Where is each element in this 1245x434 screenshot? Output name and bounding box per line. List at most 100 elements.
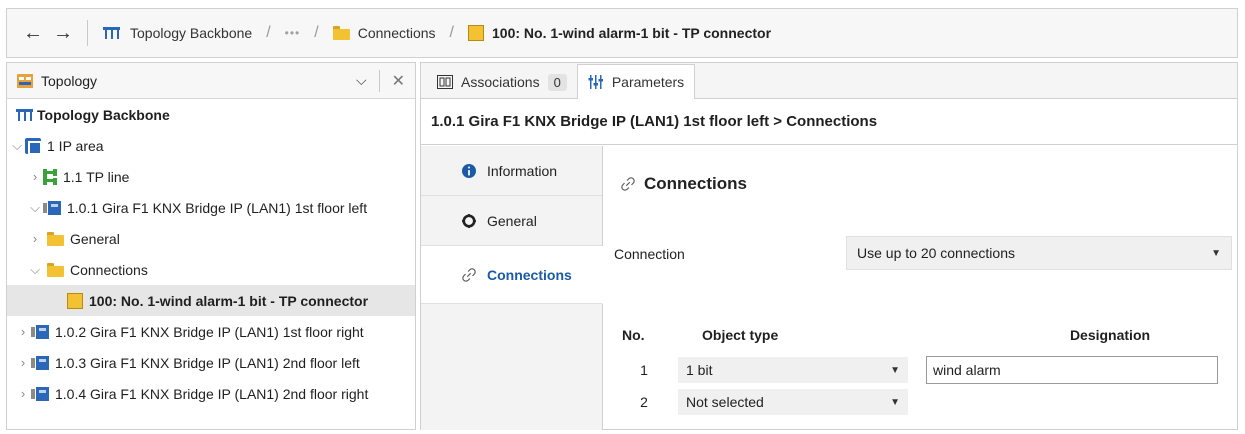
- breadcrumb-label: Topology Backbone: [130, 25, 253, 41]
- tree-item-connections[interactable]: ⌵ Connections: [7, 254, 415, 285]
- close-icon[interactable]: ✕: [392, 71, 405, 91]
- tree-item-label: General: [70, 230, 120, 247]
- table-row: 1 1 bit ▼ wind alarm: [614, 354, 1222, 386]
- forward-arrow-icon[interactable]: →: [53, 22, 83, 45]
- topology-icon: [103, 27, 120, 39]
- tree-item-device-1-0-4[interactable]: › 1.0.4 Gira F1 KNX Bridge IP (LAN1) 2nd…: [7, 378, 415, 409]
- breadcrumb-separator: /: [449, 24, 454, 41]
- breadcrumb-connections[interactable]: Connections: [332, 25, 436, 41]
- tree-item-label: 1.1 TP line: [63, 168, 130, 185]
- tree-item-ip-area[interactable]: ⌵ 1 IP area: [7, 130, 415, 161]
- topology-icon: [16, 108, 33, 121]
- tree-item-label: 1.0.3 Gira F1 KNX Bridge IP (LAN1) 2nd f…: [55, 354, 360, 371]
- object-type-value: Not selected: [686, 394, 764, 410]
- breadcrumb-current: 100: No. 1-wind alarm-1 bit - TP connect…: [468, 25, 771, 41]
- device-icon: [31, 324, 49, 339]
- link-icon: [621, 177, 635, 191]
- chevron-right-icon[interactable]: ›: [15, 324, 31, 339]
- row-number: 1: [640, 362, 648, 378]
- tree-item-device-1-0-2[interactable]: › 1.0.2 Gira F1 KNX Bridge IP (LAN1) 1st…: [7, 316, 415, 347]
- tree-item-label: 1.0.4 Gira F1 KNX Bridge IP (LAN1) 2nd f…: [55, 385, 369, 402]
- tab-label: Parameters: [611, 74, 685, 90]
- nav-item-general[interactable]: General: [421, 196, 602, 246]
- connection-select-value: Use up to 20 connections: [857, 245, 1015, 261]
- tree-item-label: 1.0.2 Gira F1 KNX Bridge IP (LAN1) 1st f…: [55, 323, 364, 340]
- connections-table: No. Object type Designation 1 1 bit ▼ wi…: [614, 316, 1222, 418]
- toolbar-divider: [87, 20, 88, 46]
- table-header-row: No. Object type Designation: [614, 316, 1222, 354]
- tab-associations[interactable]: Associations 0: [427, 66, 577, 98]
- tree-item-label: 1.0.1 Gira F1 KNX Bridge IP (LAN1) 1st f…: [67, 199, 368, 216]
- chevron-down-icon[interactable]: ⌵: [9, 138, 25, 154]
- tab-label: Associations: [461, 74, 540, 90]
- chevron-right-icon[interactable]: ›: [15, 355, 31, 370]
- nav-item-connections[interactable]: Connections: [421, 246, 603, 304]
- connection-label: Connection: [614, 246, 685, 262]
- tree-item-connector-100[interactable]: 100: No. 1-wind alarm-1 bit - TP connect…: [7, 285, 415, 316]
- sliders-icon: [588, 75, 603, 89]
- device-icon: [43, 200, 61, 215]
- ip-area-icon: [25, 137, 42, 155]
- gear-icon: [462, 213, 476, 228]
- chevron-down-icon[interactable]: ⌵: [356, 72, 367, 89]
- topology-panel: Topology ⌵ ✕ Topology Backbone ⌵ 1 IP ar…: [6, 62, 416, 430]
- column-header-object-type: Object type: [702, 327, 779, 343]
- table-row: 2 Not selected ▼: [614, 386, 1222, 418]
- tree-item-label: 1 IP area: [47, 137, 104, 154]
- column-header-designation: Designation: [1069, 327, 1151, 343]
- object-type-select[interactable]: 1 bit ▼: [678, 357, 908, 383]
- tree-item-topology-backbone[interactable]: Topology Backbone: [7, 99, 415, 130]
- breadcrumb-bar: ← → Topology Backbone / ••• / Connection…: [6, 8, 1238, 58]
- folder-icon: [332, 26, 350, 40]
- row-number: 2: [640, 394, 648, 410]
- nav-item-label: Connections: [487, 266, 572, 283]
- breadcrumb-topology-backbone[interactable]: Topology Backbone: [102, 25, 252, 41]
- chevron-right-icon[interactable]: ›: [27, 169, 43, 184]
- chevron-down-icon[interactable]: ⌵: [27, 200, 43, 216]
- designation-input[interactable]: wind alarm: [926, 356, 1218, 384]
- page-title: 1.0.1 Gira F1 KNX Bridge IP (LAN1) 1st f…: [421, 99, 1237, 145]
- panel-title: Topology: [41, 72, 98, 89]
- tree-item-device-1-0-3[interactable]: › 1.0.3 Gira F1 KNX Bridge IP (LAN1) 2nd…: [7, 347, 415, 378]
- topology-panel-header: Topology ⌵ ✕: [7, 63, 415, 99]
- tree-item-label: Topology Backbone: [37, 106, 170, 123]
- folder-icon: [47, 231, 64, 246]
- associations-icon: [437, 75, 453, 89]
- parameters-panel: Associations 0 Parameters 1.0.1 Gira F1 …: [420, 62, 1238, 430]
- connection-select[interactable]: Use up to 20 connections ▼: [846, 236, 1232, 270]
- device-icon: [31, 355, 49, 370]
- breadcrumb-label: 100: No. 1-wind alarm-1 bit - TP connect…: [492, 25, 772, 41]
- folder-icon: [47, 262, 64, 277]
- breadcrumb-ellipsis[interactable]: •••: [285, 26, 301, 40]
- chevron-down-icon[interactable]: ⌵: [27, 262, 43, 278]
- nav-item-information[interactable]: Information: [421, 146, 602, 196]
- info-icon: [462, 163, 476, 178]
- caret-down-icon: ▼: [1211, 247, 1221, 259]
- object-type-value: 1 bit: [686, 362, 713, 378]
- device-icon: [31, 386, 49, 401]
- tree-item-label: 100: No. 1-wind alarm-1 bit - TP connect…: [89, 292, 369, 309]
- associations-count-badge: 0: [547, 73, 567, 91]
- caret-down-icon: ▼: [890, 396, 900, 408]
- tab-bar: Associations 0 Parameters: [421, 63, 1237, 99]
- parameter-nav: Information General Connections: [421, 146, 603, 430]
- header-divider: [378, 69, 380, 92]
- column-header-no: No.: [622, 327, 645, 343]
- topology-view-icon: [17, 73, 33, 88]
- breadcrumb-label: Connections: [357, 25, 436, 41]
- object-type-select[interactable]: Not selected ▼: [678, 389, 908, 415]
- topology-dropdown[interactable]: Topology: [17, 73, 356, 89]
- tree-item-tp-line[interactable]: › 1.1 TP line: [7, 161, 415, 192]
- back-arrow-icon[interactable]: ←: [23, 22, 53, 45]
- breadcrumb-separator: /: [314, 24, 319, 41]
- link-icon: [462, 267, 476, 282]
- tab-parameters[interactable]: Parameters: [576, 64, 696, 99]
- chevron-right-icon[interactable]: ›: [27, 231, 43, 246]
- nav-item-label: Information: [487, 162, 558, 179]
- chevron-right-icon[interactable]: ›: [15, 386, 31, 401]
- tree-item-label: Connections: [70, 261, 148, 278]
- connector-icon: [67, 292, 83, 309]
- tree-item-device-1-0-1[interactable]: ⌵ 1.0.1 Gira F1 KNX Bridge IP (LAN1) 1st…: [7, 192, 415, 223]
- tree-item-general[interactable]: › General: [7, 223, 415, 254]
- breadcrumb-separator: /: [266, 24, 271, 41]
